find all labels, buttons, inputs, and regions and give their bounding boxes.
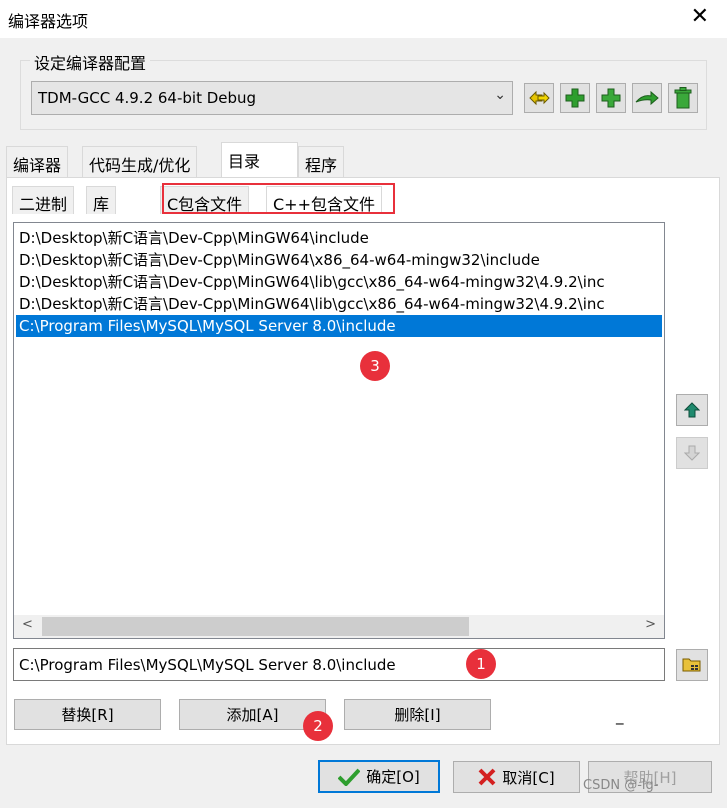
- title-bar: 编译器选项 ✕: [0, 0, 727, 38]
- watermark: CSDN @-lg-: [583, 778, 659, 793]
- subtab-binaries[interactable]: 二进制: [12, 186, 75, 214]
- replace-button[interactable]: 替换[R]: [14, 699, 161, 730]
- tab-codegen[interactable]: 代码生成/优化: [82, 146, 198, 178]
- delete-button[interactable]: 删除[I]: [344, 699, 491, 730]
- cancel-button[interactable]: 取消[C]: [453, 761, 580, 793]
- window-title: 编译器选项: [8, 12, 89, 31]
- arrow-down-icon: [684, 445, 700, 461]
- annotation-badge-2: 2: [303, 711, 333, 741]
- horizontal-scrollbar[interactable]: < >: [14, 615, 664, 638]
- checkmark-icon: [338, 768, 361, 786]
- arrow-up-icon: [684, 402, 700, 418]
- tab-directories[interactable]: 目录: [221, 142, 298, 178]
- minimize-glyph: _: [616, 707, 624, 725]
- move-down-button[interactable]: [676, 437, 708, 469]
- scroll-left-icon[interactable]: <: [22, 617, 33, 632]
- group-label: 设定编译器配置: [30, 50, 151, 74]
- add-new-config-icon: [601, 88, 621, 108]
- compiler-config-select[interactable]: TDM-GCC 4.9.2 64-bit Debug ⌄: [31, 81, 513, 115]
- add-new-config-button[interactable]: [596, 83, 626, 113]
- browse-folder-button[interactable]: [676, 649, 708, 681]
- annotation-badge-3: 3: [360, 351, 390, 381]
- scroll-thumb[interactable]: [42, 617, 469, 636]
- subtab-libraries[interactable]: 库: [86, 186, 117, 214]
- list-item[interactable]: D:\Desktop\新C语言\Dev-Cpp\MinGW64\lib\gcc\…: [16, 293, 605, 315]
- list-item-selected[interactable]: C:\Program Files\MySQL\MySQL Server 8.0\…: [16, 315, 662, 337]
- scroll-right-icon[interactable]: >: [645, 617, 656, 632]
- folder-icon: [682, 658, 701, 672]
- selected-config: TDM-GCC 4.9.2 64-bit Debug: [38, 89, 257, 107]
- directory-list[interactable]: D:\Desktop\新C语言\Dev-Cpp\MinGW64\include …: [13, 222, 665, 639]
- path-field[interactable]: [13, 648, 665, 681]
- list-item[interactable]: D:\Desktop\新C语言\Dev-Cpp\MinGW64\x86_64-w…: [16, 249, 540, 271]
- add-config-button[interactable]: [560, 83, 590, 113]
- annotation-badge-1: 1: [466, 649, 496, 679]
- ok-button[interactable]: 确定[O]: [318, 760, 440, 793]
- delete-config-icon: [674, 87, 692, 109]
- highlight-box: [162, 183, 395, 214]
- close-icon[interactable]: ✕: [691, 4, 709, 30]
- rename-config-icon: [635, 90, 659, 106]
- chevron-down-icon[interactable]: ⌄: [494, 87, 506, 103]
- delete-config-button[interactable]: [668, 83, 698, 113]
- move-up-button[interactable]: [676, 394, 708, 426]
- copy-config-icon: [529, 90, 550, 106]
- path-input[interactable]: [14, 649, 614, 680]
- list-item[interactable]: D:\Desktop\新C语言\Dev-Cpp\MinGW64\lib\gcc\…: [16, 271, 605, 293]
- add-config-icon: [565, 88, 585, 108]
- tab-programs[interactable]: 程序: [298, 146, 345, 178]
- cancel-x-icon: [478, 768, 496, 786]
- tab-compiler[interactable]: 编译器: [6, 146, 69, 178]
- copy-config-button[interactable]: [524, 83, 554, 113]
- rename-config-button[interactable]: [632, 83, 662, 113]
- list-item[interactable]: D:\Desktop\新C语言\Dev-Cpp\MinGW64\include: [16, 227, 369, 249]
